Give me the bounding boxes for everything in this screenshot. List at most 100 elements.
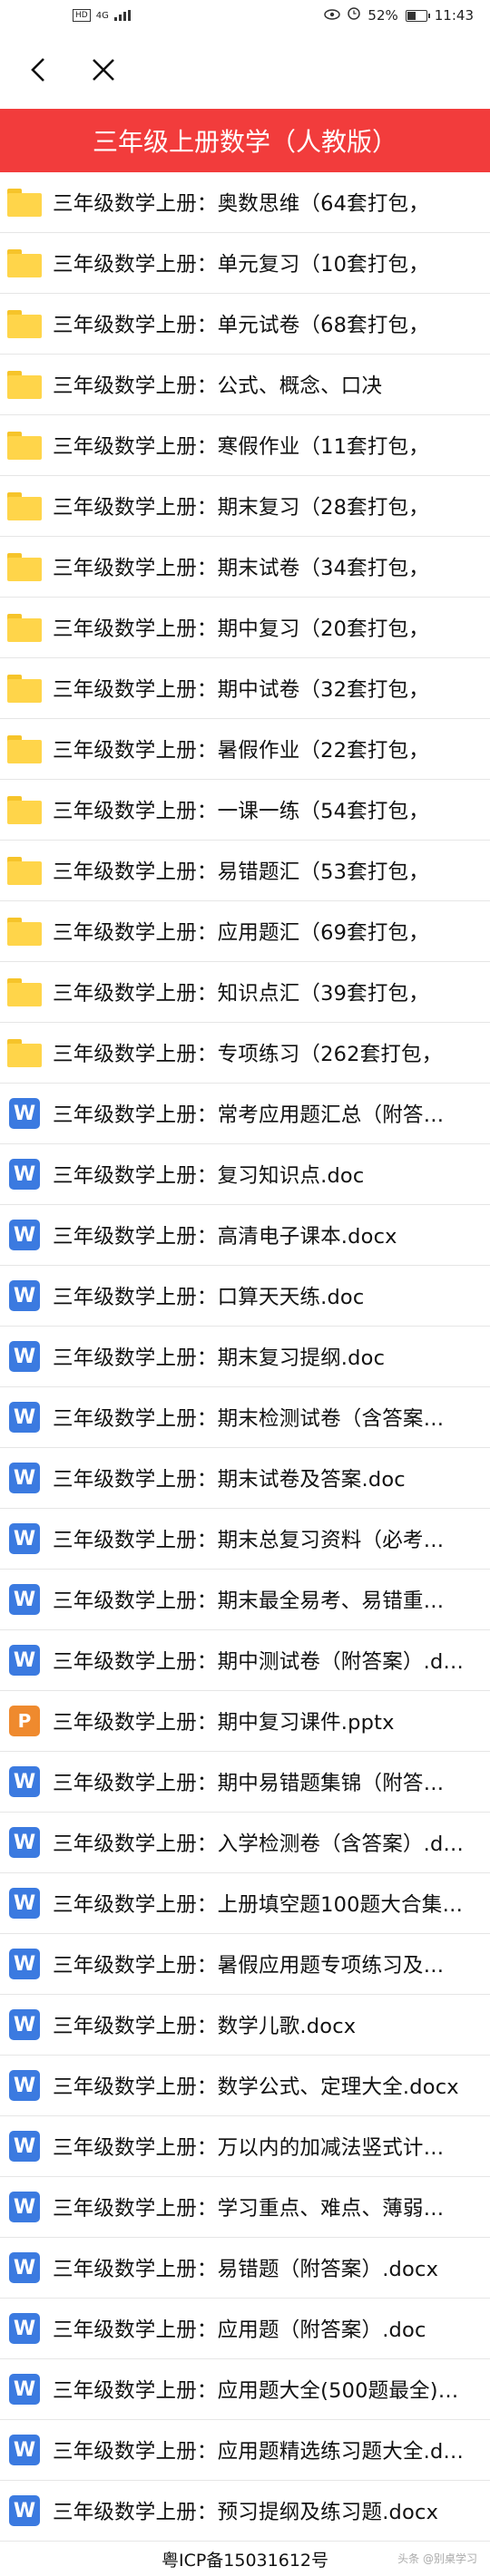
file-item[interactable]: W 三年级数学上册：复习知识点.doc [0,1144,490,1205]
folder-item[interactable]: 三年级数学上册：易错题汇（53套打包， [0,841,490,901]
word-letter: W [9,1280,40,1311]
word-letter: W [9,1220,40,1250]
page-title: 三年级上册数学（人教版） [0,109,490,172]
item-label: 三年级数学上册：期末试卷及答案.doc [53,1468,406,1492]
file-list: 三年级数学上册：奥数思维（64套打包， 三年级数学上册：单元复习（10套打包， 三年… [0,172,490,2542]
alarm-icon [348,7,361,24]
word-letter: W [9,1098,40,1129]
item-label: 三年级数学上册：数学儿歌.docx [53,2015,357,2038]
clock: 11:43 [434,7,474,24]
powerpoint-letter: P [9,1706,40,1736]
item-label: 三年级数学上册：期中复习（20套打包， [53,617,429,641]
folder-item[interactable]: 三年级数学上册：暑假作业（22套打包， [0,719,490,780]
file-item[interactable]: W 三年级数学上册：期末试卷及答案.doc [0,1448,490,1509]
folder-item[interactable]: 三年级数学上册：公式、概念、口决 [0,355,490,415]
folder-icon [7,792,42,827]
word-doc-icon: W [7,1643,42,1677]
folder-item[interactable]: 三年级数学上册：一课一练（54套打包， [0,780,490,841]
item-label: 三年级数学上册：专项练习（262套打包， [53,1043,443,1066]
item-label: 三年级数学上册：上册填空题100题大合集… [53,1893,464,1917]
item-label: 三年级数学上册：单元复习（10套打包， [53,253,429,277]
file-item[interactable]: W 三年级数学上册：预习提纲及练习题.docx [0,2481,490,2542]
word-doc-icon: W [7,1157,42,1191]
file-item[interactable]: W 三年级数学上册：应用题精选练习题大全.d… [0,2420,490,2481]
word-doc-icon: W [7,2433,42,2467]
item-label: 三年级数学上册：期末最全易考、易错重… [53,1589,445,1613]
word-doc-icon: W [7,2311,42,2346]
signal-icon [113,10,131,21]
item-label: 三年级数学上册：应用题大全(500题最全)… [53,2379,459,2403]
status-right: 52% 11:43 [324,7,474,24]
file-item[interactable]: W 三年级数学上册：期中易错题集锦（附答… [0,1752,490,1813]
folder-item[interactable]: 三年级数学上册：期中试卷（32套打包， [0,658,490,719]
item-label: 三年级数学上册：预习提纲及练习题.docx [53,2501,439,2524]
file-item[interactable]: W 三年级数学上册：上册填空题100题大合集… [0,1873,490,1934]
chevron-left-icon [31,58,44,82]
folder-item[interactable]: 三年级数学上册：期中复习（20套打包， [0,598,490,658]
item-label: 三年级数学上册：期末检测试卷（含答案… [53,1407,445,1431]
file-item[interactable]: W 三年级数学上册：学习重点、难点、薄弱… [0,2177,490,2238]
folder-item[interactable]: 三年级数学上册：期末试卷（34套打包， [0,537,490,598]
file-item[interactable]: W 三年级数学上册：易错题（附答案）.docx [0,2238,490,2299]
word-doc-icon: W [7,2372,42,2406]
item-label: 三年级数学上册：期末复习提纲.doc [53,1346,386,1370]
item-label: 三年级数学上册：期末总复习资料（必考… [53,1529,445,1552]
file-item[interactable]: P 三年级数学上册：期中复习课件.pptx [0,1691,490,1752]
file-item[interactable]: W 三年级数学上册：暑假应用题专项练习及… [0,1934,490,1995]
file-item[interactable]: W 三年级数学上册：数学儿歌.docx [0,1995,490,2056]
file-item[interactable]: W 三年级数学上册：期末检测试卷（含答案… [0,1387,490,1448]
word-doc-icon: W [7,1461,42,1495]
battery-icon [405,9,430,22]
word-doc-icon: W [7,2190,42,2224]
file-item[interactable]: W 三年级数学上册：应用题（附答案）.doc [0,2299,490,2359]
item-label: 三年级数学上册：易错题（附答案）.docx [53,2258,439,2281]
folder-icon [7,914,42,948]
item-label: 三年级数学上册：寒假作业（11套打包， [53,435,429,459]
file-item[interactable]: W 三年级数学上册：数学公式、定理大全.docx [0,2056,490,2116]
word-letter: W [9,2495,40,2526]
close-button[interactable] [87,53,120,86]
word-doc-icon: W [7,1521,42,1556]
file-item[interactable]: W 三年级数学上册：应用题大全(500题最全)… [0,2359,490,2420]
folder-item[interactable]: 三年级数学上册：奥数思维（64套打包， [0,172,490,233]
footer: 粤ICP备15031612号 头条 @别桌学习 [0,2542,490,2576]
word-doc-icon: W [7,1218,42,1252]
folder-item[interactable]: 三年级数学上册：单元复习（10套打包， [0,233,490,294]
file-item[interactable]: W 三年级数学上册：高清电子课本.docx [0,1205,490,1266]
folder-item[interactable]: 三年级数学上册：知识点汇（39套打包， [0,962,490,1023]
hd-badge: HD [73,9,91,22]
word-doc-icon: W [7,1278,42,1313]
file-item[interactable]: W 三年级数学上册：万以内的加减法竖式计… [0,2116,490,2177]
file-item[interactable]: W 三年级数学上册：期末最全易考、易错重… [0,1570,490,1630]
file-item[interactable]: W 三年级数学上册：期中测试卷（附答案）.d… [0,1630,490,1691]
folder-icon [7,549,42,584]
folder-icon [7,185,42,219]
file-item[interactable]: W 三年级数学上册：入学检测卷（含答案）.d… [0,1813,490,1873]
folder-item[interactable]: 三年级数学上册：单元试卷（68套打包， [0,294,490,355]
back-button[interactable] [22,53,54,86]
word-doc-icon: W [7,1764,42,1799]
folder-item[interactable]: 三年级数学上册：应用题汇（69套打包， [0,901,490,962]
item-label: 三年级数学上册：应用题（附答案）.doc [53,2318,426,2342]
file-item[interactable]: W 三年级数学上册：口算天天练.doc [0,1266,490,1327]
item-label: 三年级数学上册：应用题汇（69套打包， [53,921,429,945]
item-label: 三年级数学上册：暑假应用题专项练习及… [53,1954,445,1978]
folder-icon [7,246,42,280]
file-item[interactable]: W 三年级数学上册：期末复习提纲.doc [0,1327,490,1387]
item-label: 三年级数学上册：学习重点、难点、薄弱… [53,2197,445,2221]
folder-item[interactable]: 三年级数学上册：寒假作业（11套打包， [0,415,490,476]
file-item[interactable]: W 三年级数学上册：常考应用题汇总（附答… [0,1084,490,1144]
folder-item[interactable]: 三年级数学上册：专项练习（262套打包， [0,1023,490,1084]
item-label: 三年级数学上册：常考应用题汇总（附答… [53,1103,445,1127]
folder-icon [7,671,42,705]
item-label: 三年级数学上册：易错题汇（53套打包， [53,860,429,884]
file-item[interactable]: W 三年级数学上册：期末总复习资料（必考… [0,1509,490,1570]
word-letter: W [9,2252,40,2283]
word-letter: W [9,2192,40,2222]
folder-icon [7,428,42,462]
word-letter: W [9,2435,40,2465]
folder-icon [7,489,42,523]
word-doc-icon: W [7,1400,42,1434]
folder-item[interactable]: 三年级数学上册：期末复习（28套打包， [0,476,490,537]
nav-bar [0,31,490,109]
